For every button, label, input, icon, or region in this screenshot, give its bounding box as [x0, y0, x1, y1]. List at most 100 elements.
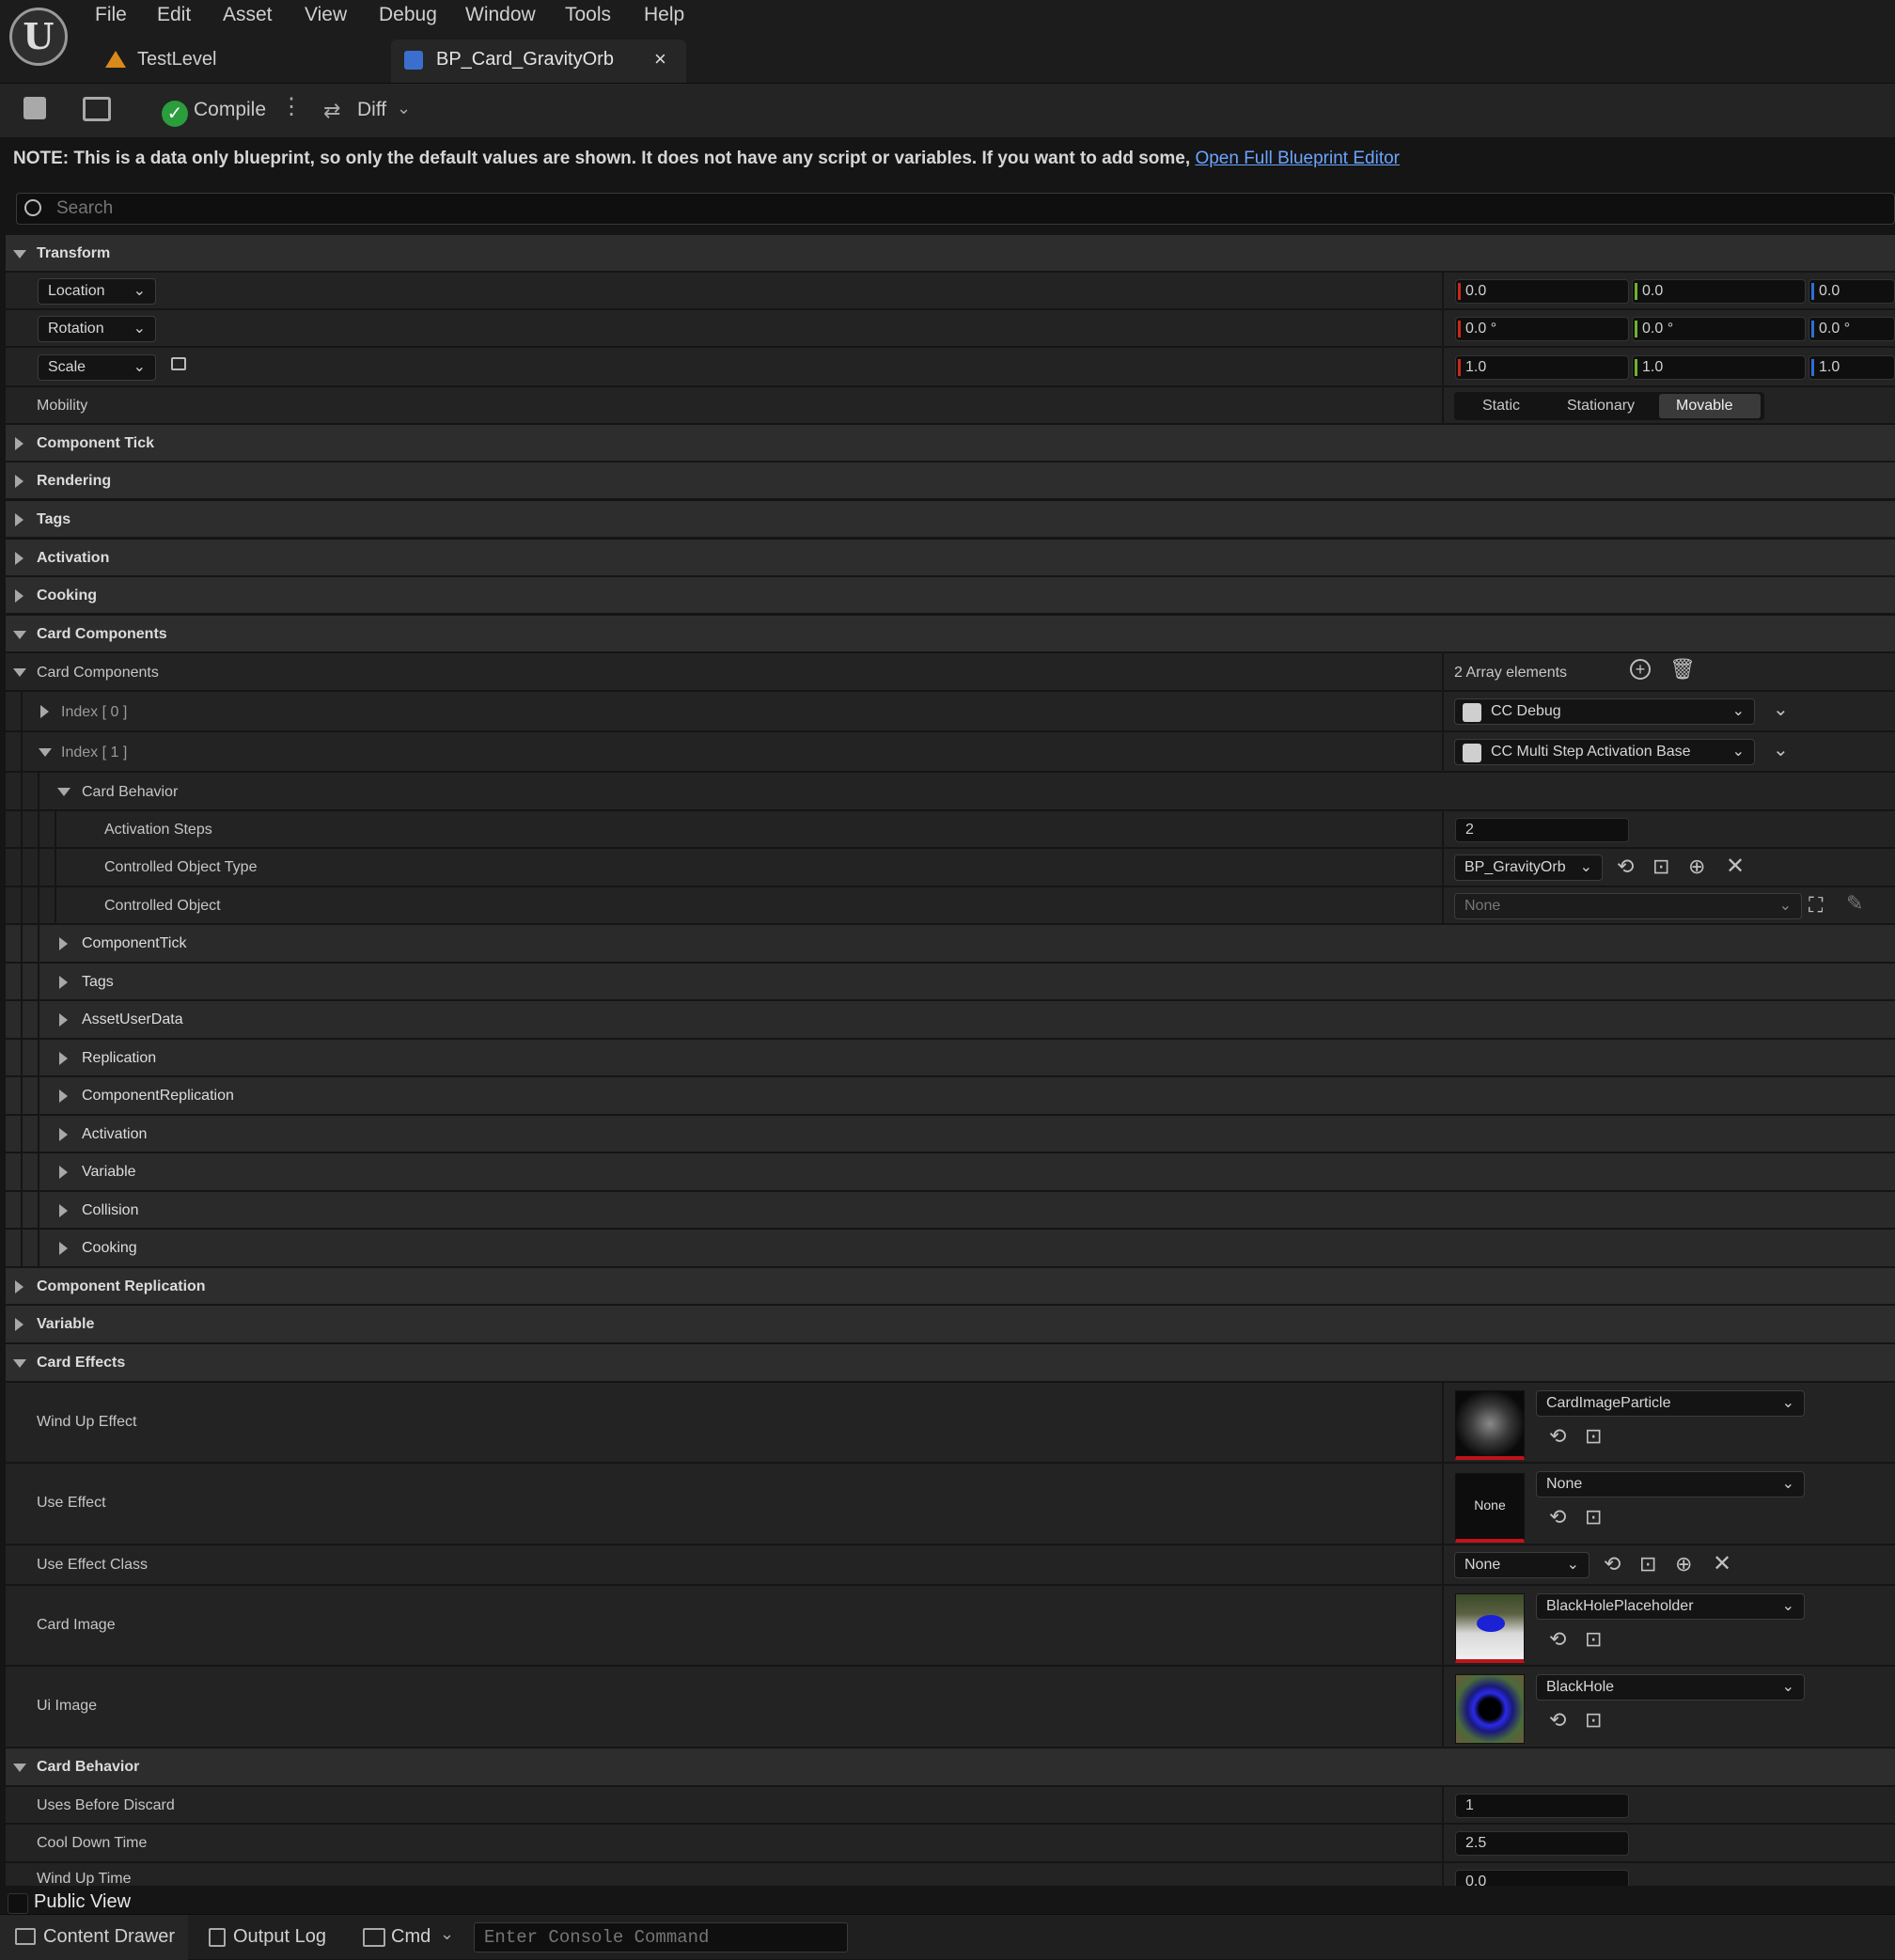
- lock-icon[interactable]: [171, 357, 186, 370]
- save-icon[interactable]: [23, 97, 46, 119]
- use-effect-class-dropdown[interactable]: None ⌄: [1454, 1552, 1590, 1578]
- use-selected-icon[interactable]: ⟲: [1604, 1552, 1621, 1576]
- subcategory-cooking[interactable]: Cooking: [6, 1230, 1895, 1268]
- search-input[interactable]: [55, 196, 1840, 222]
- chevron-down-icon[interactable]: ⌄: [1773, 698, 1789, 721]
- use-effect-thumbnail[interactable]: None: [1455, 1473, 1525, 1543]
- category-card-behavior[interactable]: Card Behavior: [6, 1748, 1895, 1787]
- subcategory-componentreplication[interactable]: ComponentReplication: [6, 1077, 1895, 1116]
- menu-edit[interactable]: Edit: [157, 4, 191, 26]
- cmd-button[interactable]: Cmd ⌄: [350, 1915, 468, 1960]
- delete-all-icon[interactable]: 🗑: [1669, 657, 1696, 682]
- menu-help[interactable]: Help: [644, 4, 684, 26]
- unreal-logo-icon[interactable]: U: [9, 8, 68, 66]
- menu-window[interactable]: Window: [465, 4, 536, 26]
- browse-icon[interactable]: ⊡: [1585, 1505, 1602, 1529]
- add-icon[interactable]: ⊕: [1688, 855, 1705, 879]
- public-view-checkbox[interactable]: [8, 1893, 28, 1914]
- category-component-tick[interactable]: Component Tick: [6, 425, 1895, 463]
- eyedropper-icon[interactable]: ✎: [1846, 891, 1863, 916]
- scale-y-field[interactable]: 1.0: [1632, 355, 1806, 380]
- clear-icon[interactable]: ✕: [1726, 853, 1745, 880]
- ui-image-thumbnail[interactable]: [1455, 1674, 1525, 1744]
- menu-asset[interactable]: Asset: [223, 4, 273, 26]
- subcategory-tags[interactable]: Tags: [6, 964, 1895, 1001]
- rotation-y-field[interactable]: 0.0 °: [1632, 317, 1806, 341]
- mobility-movable[interactable]: Movable: [1659, 394, 1761, 418]
- category-card-components[interactable]: Card Components: [6, 616, 1895, 653]
- uses-before-discard-field[interactable]: 1: [1455, 1794, 1629, 1818]
- tab-testlevel[interactable]: TestLevel: [102, 39, 374, 83]
- tab-bp-card-gravityorb[interactable]: BP_Card_GravityOrb ×: [391, 39, 686, 83]
- expand-arrow-icon[interactable]: [40, 705, 49, 718]
- use-selected-icon[interactable]: ⟲: [1549, 1708, 1566, 1733]
- menu-debug[interactable]: Debug: [379, 4, 437, 26]
- clear-icon[interactable]: ✕: [1713, 1550, 1731, 1577]
- menu-file[interactable]: File: [95, 4, 127, 26]
- use-selected-icon[interactable]: ⟲: [1549, 1424, 1566, 1449]
- category-component-replication[interactable]: Component Replication: [6, 1268, 1895, 1306]
- browse-icon[interactable]: [83, 97, 111, 121]
- location-x-field[interactable]: 0.0: [1455, 279, 1629, 304]
- category-transform[interactable]: Transform: [6, 235, 1895, 273]
- index-1-class-dropdown[interactable]: CC Multi Step Activation Base ⌄: [1454, 739, 1755, 765]
- browse-icon[interactable]: ⊡: [1585, 1627, 1602, 1652]
- subcategory-componenttick[interactable]: ComponentTick: [6, 925, 1895, 964]
- category-rendering[interactable]: Rendering: [6, 463, 1895, 500]
- use-effect-dropdown[interactable]: None ⌄: [1536, 1471, 1805, 1497]
- use-selected-icon[interactable]: ⟲: [1617, 855, 1634, 879]
- subcategory-variable[interactable]: Variable: [6, 1153, 1895, 1192]
- add-icon[interactable]: ⊕: [1675, 1552, 1692, 1576]
- scale-dropdown[interactable]: Scale ⌄: [38, 354, 156, 381]
- category-variable[interactable]: Variable: [6, 1306, 1895, 1344]
- category-cooking[interactable]: Cooking: [6, 577, 1895, 615]
- menu-view[interactable]: View: [305, 4, 347, 26]
- controlled-object-type-dropdown[interactable]: BP_GravityOrb ⌄: [1454, 855, 1603, 881]
- rotation-z-field[interactable]: 0.0 °: [1809, 317, 1895, 341]
- wind-up-time-field[interactable]: 0.0: [1455, 1870, 1629, 1886]
- use-selected-icon[interactable]: ⟲: [1549, 1627, 1566, 1652]
- subcategory-replication[interactable]: Replication: [6, 1040, 1895, 1077]
- menu-tools[interactable]: Tools: [565, 4, 611, 26]
- location-z-field[interactable]: 0.0: [1809, 279, 1895, 304]
- browse-icon[interactable]: ⊡: [1652, 855, 1669, 879]
- scale-z-field[interactable]: 1.0: [1809, 355, 1895, 380]
- use-selected-icon[interactable]: ⟲: [1549, 1505, 1566, 1529]
- controlled-object-dropdown[interactable]: None ⌄: [1454, 893, 1802, 919]
- collapse-arrow-icon[interactable]: [13, 668, 26, 677]
- console-input[interactable]: [475, 1923, 847, 1952]
- add-element-icon[interactable]: +: [1630, 659, 1651, 680]
- subcategory-assetuserdata[interactable]: AssetUserData: [6, 1001, 1895, 1040]
- rotation-dropdown[interactable]: Rotation ⌄: [38, 316, 156, 342]
- browse-icon[interactable]: ⊡: [1585, 1424, 1602, 1449]
- browse-icon[interactable]: ⊡: [1585, 1708, 1602, 1733]
- wind-up-effect-thumbnail[interactable]: [1455, 1390, 1525, 1460]
- close-icon[interactable]: ×: [654, 47, 666, 71]
- chevron-down-icon[interactable]: ⌄: [1773, 738, 1789, 761]
- nested-card-behavior-row[interactable]: Card Behavior: [6, 773, 1895, 811]
- mobility-static[interactable]: Static: [1482, 398, 1520, 415]
- scale-x-field[interactable]: 1.0: [1455, 355, 1629, 380]
- diff-button[interactable]: ⇄ Diff ⌄: [321, 93, 415, 131]
- subcategory-activation[interactable]: Activation: [6, 1116, 1895, 1153]
- location-dropdown[interactable]: Location ⌄: [38, 278, 156, 305]
- content-drawer-button[interactable]: Content Drawer: [0, 1915, 188, 1960]
- wind-up-effect-dropdown[interactable]: CardImageParticle ⌄: [1536, 1390, 1805, 1417]
- console-box[interactable]: [474, 1922, 848, 1952]
- output-log-button[interactable]: Output Log: [196, 1915, 337, 1960]
- category-tags[interactable]: Tags: [6, 501, 1895, 539]
- cool-down-time-field[interactable]: 2.5: [1455, 1831, 1629, 1856]
- location-y-field[interactable]: 0.0: [1632, 279, 1806, 304]
- mobility-stationary[interactable]: Stationary: [1567, 398, 1635, 415]
- compile-options-icon[interactable]: ⋮: [280, 93, 303, 120]
- search-box[interactable]: [16, 193, 1895, 225]
- card-image-thumbnail[interactable]: [1455, 1593, 1525, 1663]
- activation-steps-field[interactable]: 2: [1455, 818, 1629, 842]
- ui-image-dropdown[interactable]: BlackHole ⌄: [1536, 1674, 1805, 1701]
- compile-button[interactable]: ✓ Compile: [158, 93, 299, 131]
- subcategory-collision[interactable]: Collision: [6, 1192, 1895, 1230]
- open-full-blueprint-editor-link[interactable]: Open Full Blueprint Editor: [1195, 149, 1400, 168]
- browse-icon[interactable]: ⊡: [1639, 1552, 1656, 1576]
- collapse-arrow-icon[interactable]: [39, 748, 52, 757]
- card-image-dropdown[interactable]: BlackHolePlaceholder ⌄: [1536, 1593, 1805, 1620]
